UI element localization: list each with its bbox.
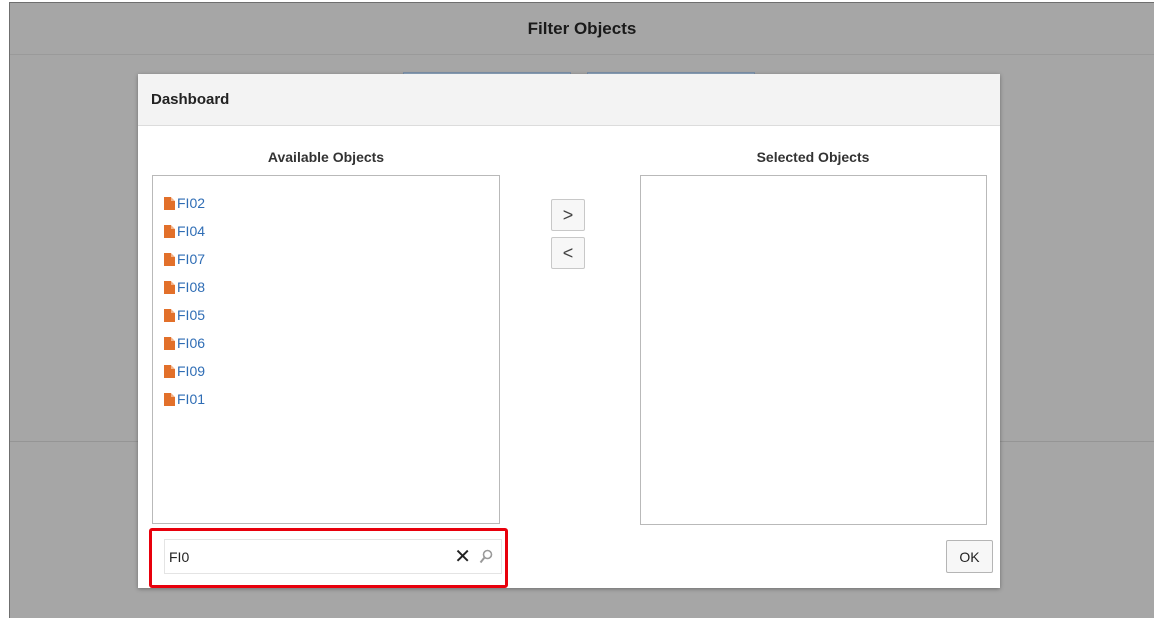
move-right-button[interactable]: > — [551, 199, 585, 231]
move-left-button[interactable]: < — [551, 237, 585, 269]
list-item[interactable]: FI01 — [164, 385, 499, 413]
dashboard-dialog: Dashboard Available Objects Selected Obj… — [138, 74, 1000, 588]
list-item[interactable]: FI06 — [164, 329, 499, 357]
document-icon — [164, 336, 175, 350]
list-item[interactable]: FI09 — [164, 357, 499, 385]
document-icon — [164, 196, 175, 210]
selected-objects-list[interactable] — [640, 175, 987, 525]
ok-button[interactable]: OK — [946, 540, 993, 573]
available-objects-title: Available Objects — [267, 149, 385, 165]
list-item[interactable]: FI07 — [164, 245, 499, 273]
object-label[interactable]: FI05 — [177, 307, 205, 323]
search-highlight-box: ✕ — [149, 528, 508, 588]
search-field[interactable]: ✕ — [164, 539, 502, 574]
document-icon — [164, 280, 175, 294]
list-item[interactable]: FI02 — [164, 189, 499, 217]
document-icon — [164, 224, 175, 238]
document-icon — [164, 252, 175, 266]
object-label[interactable]: FI04 — [177, 223, 205, 239]
list-item[interactable]: FI05 — [164, 301, 499, 329]
document-icon — [164, 308, 175, 322]
search-input[interactable] — [165, 540, 431, 573]
list-item[interactable]: FI08 — [164, 273, 499, 301]
document-icon — [164, 392, 175, 406]
object-label[interactable]: FI01 — [177, 391, 205, 407]
dialog-title: Dashboard — [138, 74, 1000, 126]
page-title: Filter Objects — [10, 3, 1154, 55]
search-icon[interactable] — [479, 549, 493, 565]
selected-objects-title: Selected Objects — [756, 149, 870, 165]
clear-icon[interactable]: ✕ — [454, 546, 471, 568]
object-label[interactable]: FI09 — [177, 363, 205, 379]
available-objects-list[interactable]: FI02 FI04 FI07 FI08 FI05 FI06 FI09 FI01 — [152, 175, 500, 524]
object-label[interactable]: FI02 — [177, 195, 205, 211]
document-icon — [164, 364, 175, 378]
list-item[interactable]: FI04 — [164, 217, 499, 245]
object-label[interactable]: FI07 — [177, 251, 205, 267]
object-label[interactable]: FI06 — [177, 335, 205, 351]
object-label[interactable]: FI08 — [177, 279, 205, 295]
